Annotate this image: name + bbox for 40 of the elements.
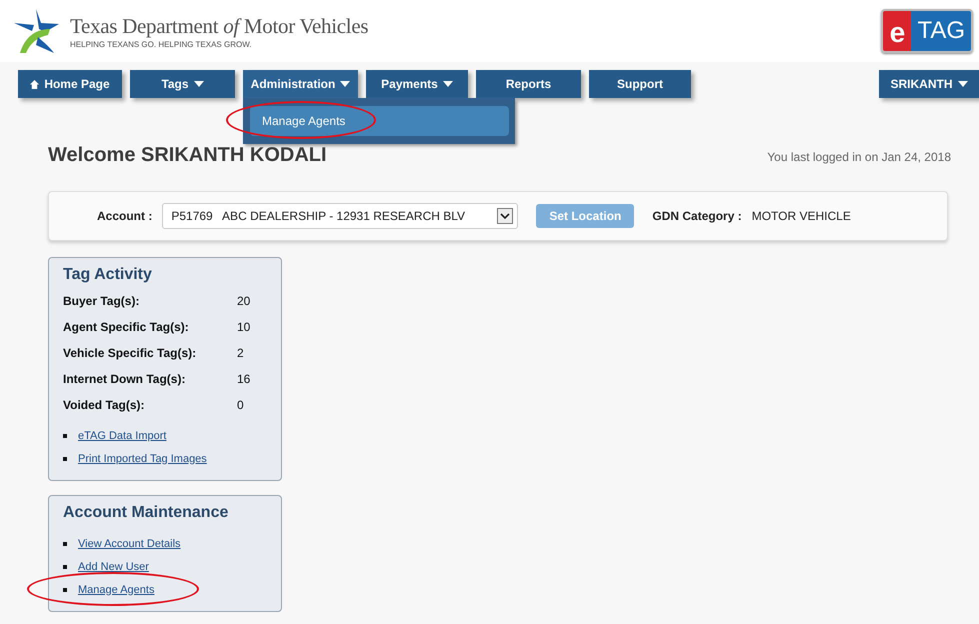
stat-label: Agent Specific Tag(s): (63, 320, 190, 336)
etag-logo: e TAG (881, 9, 973, 53)
stat-value: 0 (237, 398, 245, 414)
stat-value: 20 (237, 294, 252, 310)
menu-item[interactable]: Manage Agents (250, 106, 509, 136)
panel-link[interactable]: Print Imported Tag Images (78, 452, 207, 464)
user-menu-button[interactable]: SRIKANTH (879, 70, 979, 98)
stat-value: 10 (237, 320, 252, 336)
panel-link[interactable]: View Account Details (78, 538, 181, 550)
panel-link[interactable]: Add New User (78, 560, 149, 572)
welcome-heading: Welcome SRIKANTH KODALI (48, 144, 327, 167)
stat-value: 2 (237, 346, 245, 362)
stat-label: Voided Tag(s): (63, 398, 146, 414)
gdn-category-label: GDN Category : (652, 209, 742, 223)
last-login-text: You last logged in on Jan 24, 2018 (767, 150, 951, 164)
account-label: Account : (97, 209, 152, 223)
tagline: HELPING TEXANS GO. HELPING TEXAS GROW. (70, 40, 253, 48)
home-icon (30, 80, 40, 88)
nav-button[interactable]: Reports (476, 70, 581, 98)
nav-button[interactable]: Home Page (18, 70, 122, 98)
stat-label: Buyer Tag(s): (63, 294, 140, 310)
stat-value: 16 (237, 372, 252, 388)
nav-button[interactable]: Support (589, 70, 691, 98)
nav-button[interactable]: Tags (130, 70, 235, 98)
bullet-icon (63, 564, 67, 568)
nav-button[interactable]: Payments (366, 70, 468, 98)
panel-title: Tag Activity (63, 266, 153, 284)
nav-button[interactable]: Administration (243, 70, 358, 98)
stat-label: Vehicle Specific Tag(s): (63, 346, 198, 362)
bullet-icon (63, 456, 67, 460)
bullet-icon (63, 588, 67, 592)
bullet-icon (63, 542, 67, 546)
account-select[interactable]: P51769 ABC DEALERSHIP - 12931 RESEARCH BLV (162, 203, 518, 229)
gdn-category-value: MOTOR VEHICLE (752, 209, 851, 223)
panel-link[interactable]: Manage Agents (78, 584, 154, 596)
stat-label: Internet Down Tag(s): (63, 372, 186, 388)
agency-name: Texas Department of Motor Vehicles (70, 14, 368, 38)
bullet-icon (63, 434, 67, 438)
panel-link[interactable]: eTAG Data Import (78, 430, 166, 442)
panel-title: Account Maintenance (63, 504, 230, 522)
